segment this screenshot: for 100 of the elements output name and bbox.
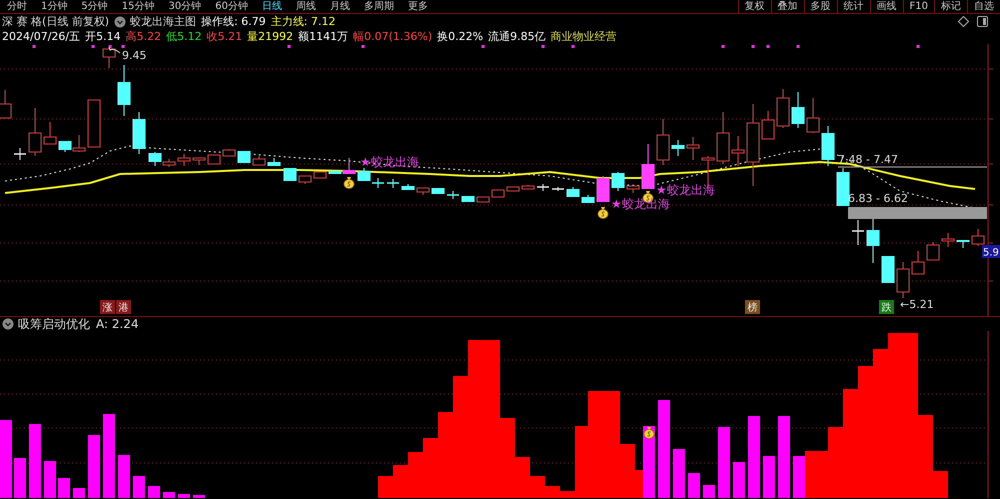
candlestick <box>792 92 804 128</box>
candlestick <box>14 148 26 160</box>
candlestick <box>896 262 910 298</box>
quote-value: 低5.12 <box>166 29 202 44</box>
candlestick <box>626 186 640 194</box>
candlestick <box>942 232 954 248</box>
collapse-icon[interactable] <box>2 318 14 330</box>
candlestick <box>926 242 940 260</box>
candlestick <box>432 188 444 194</box>
candlestick <box>672 140 684 156</box>
current-price-tag: 5.9 <box>982 245 1000 258</box>
candlestick <box>208 154 220 164</box>
candlestick <box>387 178 399 188</box>
candlestick <box>192 158 206 166</box>
candlestick <box>44 122 56 144</box>
quote-value: 2024/07/26/五 <box>2 29 80 44</box>
candlestick <box>582 194 594 204</box>
quote-value: 商业物业经营 <box>550 29 617 44</box>
panel-toggle-icon[interactable] <box>977 16 988 27</box>
candlestick <box>102 46 116 68</box>
indicator-name: 蛟龙出海主图 <box>130 14 196 29</box>
candlestick <box>268 158 280 166</box>
money-bag-icon <box>344 177 354 189</box>
candlestick <box>252 156 266 166</box>
candlestick <box>596 176 610 202</box>
period-tab[interactable]: 分时 <box>0 0 34 13</box>
period-tab[interactable]: 更多 <box>400 0 435 13</box>
period-tab[interactable]: 1分钟 <box>34 0 74 13</box>
collapse-icon[interactable] <box>114 16 126 28</box>
period-tab[interactable]: 5分钟 <box>74 0 115 13</box>
quote-value: 收5.21 <box>206 29 242 44</box>
quote-value: 换0.22% <box>437 29 484 44</box>
candlestick <box>866 218 880 264</box>
quote-value: 量21992 <box>247 29 294 44</box>
event-marker: 涨 <box>100 300 115 314</box>
indicator-value: A: 2.24 <box>96 316 139 332</box>
money-bag-icon <box>598 207 608 219</box>
period-tab[interactable]: 日线 <box>254 0 289 13</box>
candlestick <box>612 172 624 192</box>
candlestick <box>28 108 42 156</box>
period-tab[interactable]: 30分钟 <box>161 0 208 13</box>
signal-label: ★蛟龙出海 <box>611 197 670 211</box>
quote-value: 幅0.07(1.36%) <box>353 29 432 44</box>
candlestick <box>0 90 12 118</box>
indicator-value: 操作线: 6.79 <box>201 14 266 29</box>
candlestick <box>88 100 100 148</box>
candlestick <box>537 184 549 192</box>
indicator-value: 主力线: 7.12 <box>270 14 336 29</box>
candlestick <box>566 186 580 198</box>
candlestick <box>716 112 730 164</box>
candlestick <box>806 98 820 134</box>
quote-value: 高5.22 <box>126 29 162 44</box>
candlestick <box>762 110 774 140</box>
candlestick <box>416 188 430 196</box>
price-label: ←5.21 <box>900 298 934 311</box>
candlestick <box>372 178 384 188</box>
candlestick <box>912 250 924 274</box>
candlestick <box>492 190 504 198</box>
price-label: 9.45 <box>122 49 146 62</box>
diamond-icon[interactable] <box>958 16 969 27</box>
period-tab[interactable]: 60分钟 <box>208 0 255 13</box>
candlestick <box>956 240 970 248</box>
candlestick <box>462 196 474 202</box>
quote-value: 额1141万 <box>298 29 348 44</box>
candlestick <box>552 186 564 192</box>
candlestick <box>642 144 654 190</box>
candlestick <box>298 176 312 184</box>
money-bag-icon <box>644 427 654 439</box>
candlestick <box>822 126 834 166</box>
candlestick <box>132 112 146 154</box>
candlestick <box>238 150 250 164</box>
candlestick <box>506 186 520 192</box>
candlestick <box>402 184 414 190</box>
candlestick <box>656 118 670 166</box>
candlestick <box>118 64 130 116</box>
price-label: 7.48 - 7.47 <box>838 153 898 166</box>
candlestick <box>476 196 490 202</box>
candlestick <box>882 256 894 284</box>
arrow-icon <box>108 46 120 54</box>
candlestick <box>284 168 296 182</box>
candlestick <box>972 228 984 246</box>
quote-value: 流通9.85亿 <box>488 29 546 44</box>
candlestick <box>314 172 326 178</box>
candlestick <box>522 184 534 190</box>
period-tab[interactable]: 多周期 <box>356 0 401 13</box>
stock-name: 深 赛 格(日线 前复权) <box>2 14 110 29</box>
period-tab[interactable]: 月线 <box>322 0 357 13</box>
period-tab[interactable]: 15分钟 <box>114 0 162 13</box>
candlestick <box>222 148 236 156</box>
event-marker: 榜 <box>745 300 760 314</box>
signal-label: ★蛟龙出海 <box>360 155 419 169</box>
candlestick <box>776 88 790 128</box>
candlestick <box>852 220 864 246</box>
event-marker: 港 <box>116 300 131 314</box>
signal-label: ★蛟龙出海 <box>656 183 715 197</box>
indicator-name: 吸筹启动优化 <box>18 316 90 332</box>
candlestick <box>447 190 459 200</box>
candlestick <box>178 154 190 166</box>
period-tab[interactable]: 周线 <box>288 0 323 13</box>
quote-value: 开5.14 <box>85 29 121 44</box>
